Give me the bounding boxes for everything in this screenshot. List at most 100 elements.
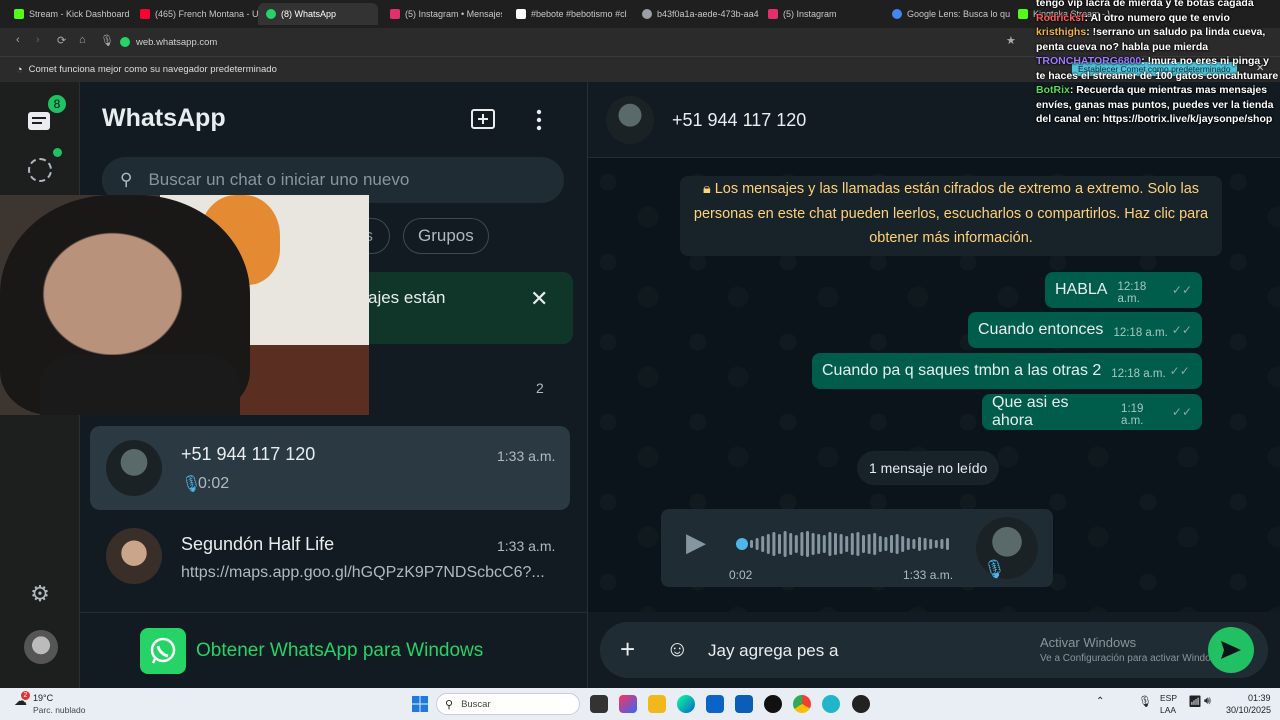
- send-button[interactable]: [1208, 627, 1254, 673]
- tab-label: Google Lens: Busca lo que: [907, 9, 1010, 19]
- microphone-icon[interactable]: 🎙︎: [100, 34, 114, 47]
- home-icon[interactable]: ⌂: [79, 34, 86, 46]
- search-icon: ⚲: [445, 698, 454, 711]
- youtube-icon: [140, 9, 150, 19]
- tray-mic-icon[interactable]: 🎙︎: [1138, 695, 1152, 708]
- tab-label: (465) French Montana - U: [155, 9, 258, 19]
- obs-icon[interactable]: [852, 695, 870, 713]
- kick-icon: [14, 9, 24, 19]
- weather-temp: 19°C: [33, 693, 54, 703]
- language-code[interactable]: ESP: [1160, 693, 1177, 703]
- tab-label: Stream - Kick Dashboard: [29, 9, 130, 19]
- waveform-bar: [761, 536, 765, 552]
- status-icon[interactable]: [28, 158, 52, 182]
- tab-file[interactable]: b43f0a1a-aede-473b-aa4: [634, 3, 760, 25]
- message-time: 12:18 a.m.: [1111, 368, 1166, 380]
- waveform-bar: [850, 533, 854, 555]
- tab-instagram[interactable]: (5) Instagram: [760, 3, 880, 25]
- store-icon[interactable]: [706, 695, 724, 713]
- search-icon: ⚲: [120, 170, 133, 189]
- webcam-overlay: [0, 195, 369, 415]
- whatsapp-icon: [266, 9, 276, 19]
- reload-icon[interactable]: ⟳: [57, 34, 66, 47]
- contact-avatar[interactable]: [606, 96, 654, 144]
- copilot-icon[interactable]: [619, 695, 637, 713]
- url-field[interactable]: web.whatsapp.com: [120, 33, 217, 51]
- weather-desc: Parc. nublado: [33, 705, 86, 715]
- double-check-icon: ✓✓: [1171, 405, 1192, 419]
- sticker-icon[interactable]: ☺: [666, 637, 688, 661]
- task-view-icon[interactable]: [590, 695, 608, 713]
- waveform-bar: [772, 532, 776, 556]
- waveform[interactable]: [736, 529, 950, 559]
- bookmark-star-icon[interactable]: ★: [1006, 34, 1016, 47]
- waveform-handle[interactable]: [736, 538, 748, 550]
- waveform-bar: [817, 534, 821, 554]
- voice-note-bubble[interactable]: ▶ 0:02 1:33 a.m. 🎙︎: [661, 509, 1053, 587]
- comet-browser-icon[interactable]: [822, 695, 840, 713]
- volume-icon[interactable]: 🔊︎: [1204, 695, 1211, 708]
- waveform-bar: [766, 534, 770, 554]
- waveform-bar: [895, 534, 899, 554]
- chat-row[interactable]: Segundón Half Life 1:33 a.m. https://map…: [90, 518, 570, 602]
- tab-label: (5) Instagram: [783, 9, 837, 19]
- edge-icon[interactable]: [677, 695, 695, 713]
- waveform-bar: [912, 539, 916, 549]
- message-bubble[interactable]: Que asi es ahora 1:19 a.m. ✓✓: [982, 394, 1202, 430]
- waveform-bar: [884, 537, 888, 551]
- tab-kick-dashboard[interactable]: Stream - Kick Dashboard: [6, 3, 132, 25]
- stream-msg-text: : Al otro numero que te envio: [1084, 11, 1230, 24]
- tab-youtube[interactable]: (465) French Montana - U: [132, 3, 258, 25]
- taskbar-search[interactable]: ⚲ Buscar: [436, 693, 580, 715]
- tab-google-lens[interactable]: Google Lens: Busca lo que: [884, 3, 1010, 25]
- voice-time: 1:33 a.m.: [903, 568, 954, 582]
- language-layout[interactable]: LAA: [1160, 705, 1176, 715]
- play-icon[interactable]: ▶: [686, 527, 706, 558]
- message-text: Que asi es ahora: [992, 394, 1069, 429]
- menu-kebab-icon[interactable]: [536, 109, 542, 131]
- waveform-bar: [800, 532, 804, 556]
- close-banner-icon[interactable]: ✕: [530, 286, 548, 312]
- tab-instagram-mensajes[interactable]: (5) Instagram • Mensajes: [382, 3, 502, 25]
- chat-preview: https://maps.app.goo.gl/hGQPzK9P7NDScbcC…: [181, 564, 545, 581]
- tiktok-app-icon[interactable]: [764, 695, 782, 713]
- back-icon[interactable]: ‹: [16, 34, 20, 46]
- attach-plus-icon[interactable]: +: [620, 636, 635, 662]
- get-app-banner[interactable]: Obtener WhatsApp para Windows: [80, 612, 587, 688]
- chrome-icon[interactable]: [793, 695, 811, 713]
- encryption-text: Los mensajes y las llamadas están cifrad…: [693, 181, 1209, 246]
- clock-time[interactable]: 01:39: [1248, 693, 1271, 703]
- chat-row-selected[interactable]: +51 944 117 120 1:33 a.m. 🎙︎ 0:02: [90, 426, 570, 510]
- status-dot: [53, 148, 62, 157]
- outlook-icon[interactable]: [735, 695, 753, 713]
- stream-msg-text: tengo vip lacra de mierda y te botas cag…: [1036, 0, 1254, 9]
- tray-chevron-icon[interactable]: ⌃: [1096, 696, 1104, 707]
- waveform-bar: [923, 538, 927, 550]
- composer-field[interactable]: + ☺ Jay agrega pes a Activar Windows Ve …: [600, 622, 1268, 678]
- profile-avatar[interactable]: [24, 630, 58, 664]
- windows-start-icon[interactable]: [412, 696, 428, 712]
- waveform-bar: [834, 533, 837, 555]
- settings-gear-icon[interactable]: ⚙: [28, 582, 52, 606]
- unread-text: 1 mensaje no leído: [869, 460, 988, 476]
- clock-date[interactable]: 30/10/2025: [1226, 705, 1271, 715]
- message-time: 12:18 a.m.: [1117, 281, 1147, 305]
- unread-chats-badge: 8: [46, 93, 68, 115]
- waveform-bar: [901, 536, 905, 552]
- waveform-bar: [783, 531, 787, 557]
- forward-icon[interactable]: ›: [36, 34, 40, 46]
- tab-label: (8) WhatsApp: [281, 9, 337, 19]
- instagram-icon: [390, 9, 400, 19]
- webcam-shirt: [40, 355, 240, 415]
- new-chat-icon[interactable]: [470, 108, 496, 130]
- search-placeholder: Buscar un chat o iniciar uno nuevo: [148, 170, 410, 189]
- message-bubble[interactable]: Cuando entonces 12:18 a.m. ✓✓: [968, 312, 1202, 348]
- message-bubble[interactable]: Cuando pa q saques tmbn a las otras 2 12:…: [812, 353, 1202, 389]
- filter-chip-groups[interactable]: Grupos: [403, 218, 489, 254]
- tab-tiktok[interactable]: #bebote #bebotismo #cl: [508, 3, 634, 25]
- wifi-icon[interactable]: 📶︎: [1188, 695, 1202, 708]
- message-bubble[interactable]: HABLA 12:18 a.m. ✓✓: [1045, 272, 1202, 308]
- encryption-notice[interactable]: 🔒︎ Los mensajes y las llamadas están cif…: [680, 176, 1222, 256]
- tab-whatsapp[interactable]: (8) WhatsApp: [258, 3, 378, 25]
- file-explorer-icon[interactable]: [648, 695, 666, 713]
